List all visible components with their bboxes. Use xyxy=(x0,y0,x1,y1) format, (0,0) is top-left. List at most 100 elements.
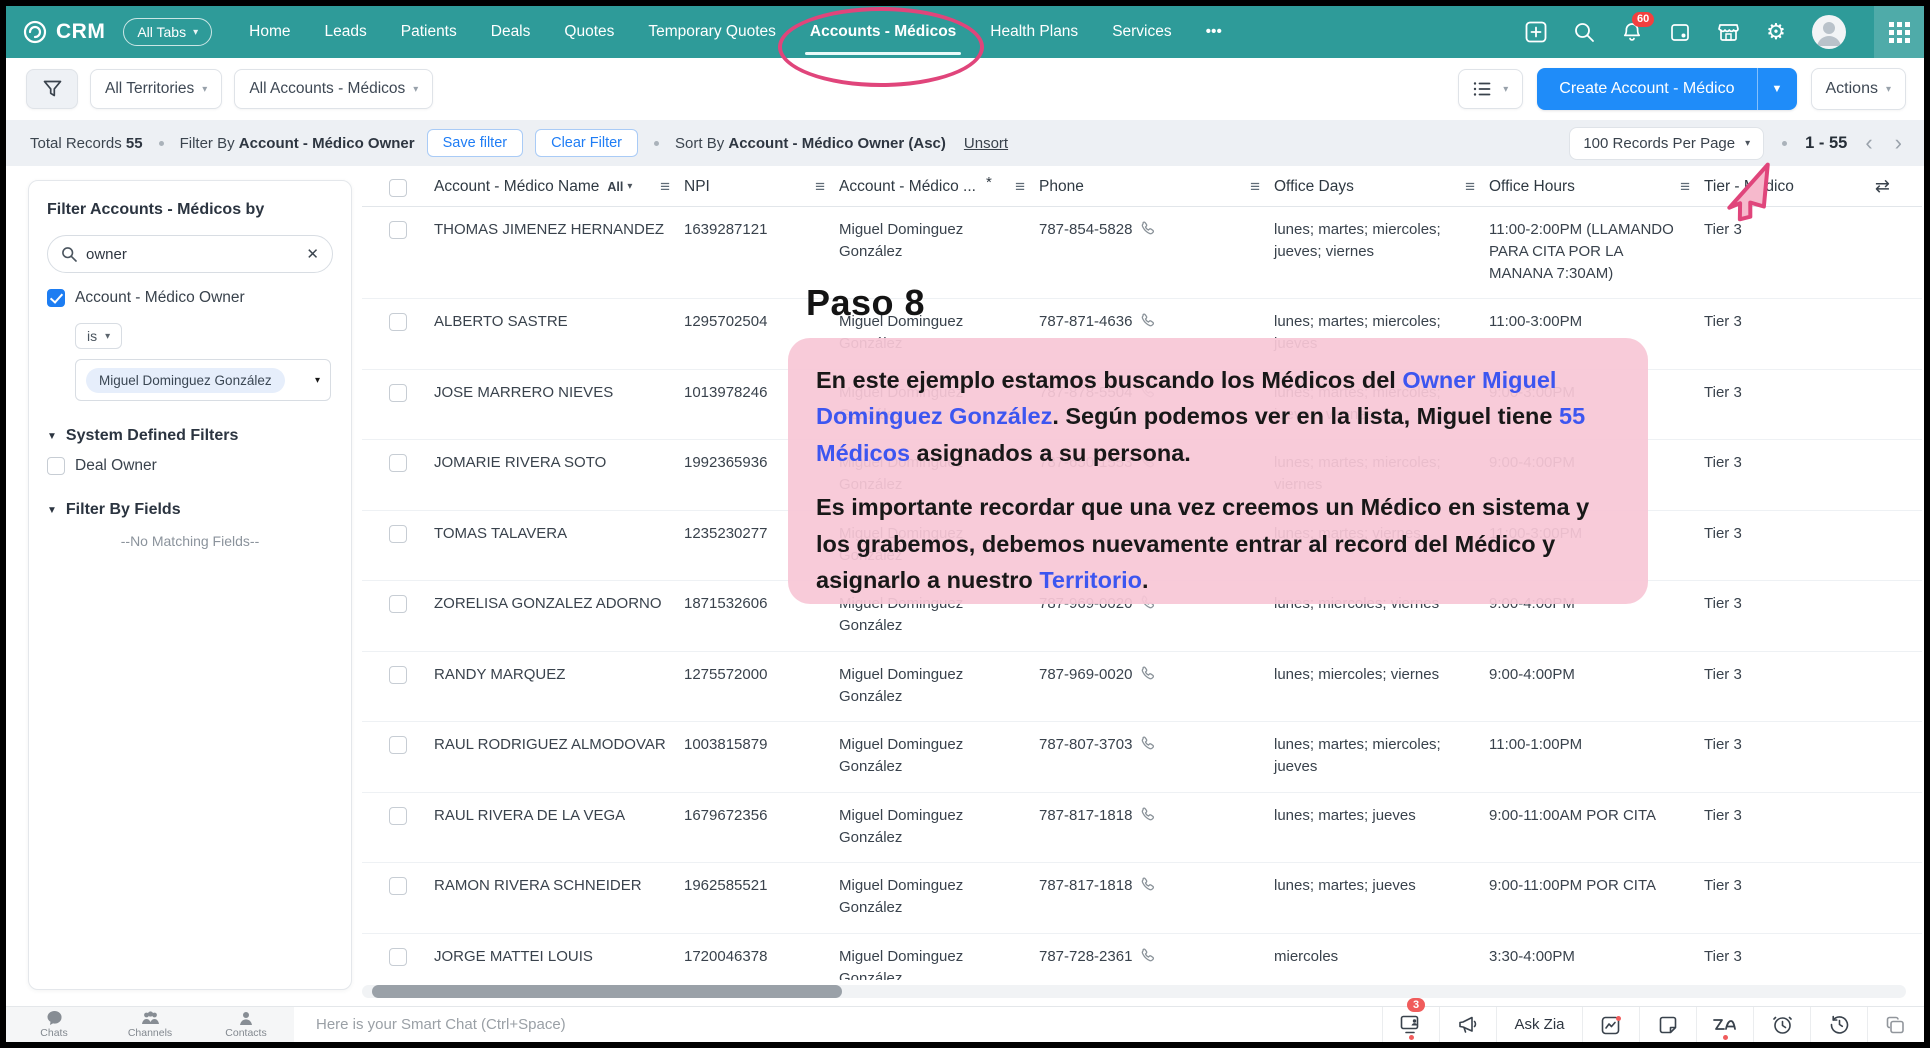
quick-create-icon[interactable] xyxy=(1524,20,1548,44)
row-checkbox[interactable] xyxy=(389,595,407,613)
tab-services[interactable]: Services xyxy=(1095,6,1188,58)
cell-name[interactable]: RAMON RIVERA SCHNEIDER xyxy=(434,875,684,897)
cell-name[interactable]: RANDY MARQUEZ xyxy=(434,664,684,686)
column-header-tier[interactable]: Tier - Medico xyxy=(1704,178,1854,196)
clear-search-icon[interactable]: ✕ xyxy=(306,245,319,263)
unsort-link[interactable]: Unsort xyxy=(964,135,1008,152)
dock-contacts-button[interactable]: Contacts xyxy=(198,1007,294,1042)
notes-icon[interactable] xyxy=(1639,1007,1696,1042)
column-header-office-days[interactable]: Office Days≡ xyxy=(1274,177,1489,197)
filter-by-fields-header[interactable]: ▼ Filter By Fields xyxy=(47,501,333,519)
dock-channels-button[interactable]: Channels xyxy=(102,1007,198,1042)
screen-share-icon[interactable]: 3 xyxy=(1382,1007,1439,1042)
tab-patients[interactable]: Patients xyxy=(384,6,474,58)
row-checkbox[interactable] xyxy=(389,384,407,402)
name-all-dropdown[interactable]: All▾ xyxy=(607,180,632,194)
deal-owner-checkbox[interactable] xyxy=(47,457,65,475)
create-account-caret[interactable]: ▼ xyxy=(1757,68,1797,110)
row-checkbox[interactable] xyxy=(389,736,407,754)
copy-stack-icon[interactable] xyxy=(1867,1007,1924,1042)
table-row[interactable]: RANDY MARQUEZ 1275572000 Miguel Domingue… xyxy=(362,652,1922,723)
table-row[interactable]: JORGE MATTEI LOUIS 1720046378 Miguel Dom… xyxy=(362,934,1922,980)
tab-temporary-quotes[interactable]: Temporary Quotes xyxy=(631,6,793,58)
user-avatar[interactable] xyxy=(1812,15,1846,49)
row-checkbox[interactable] xyxy=(389,313,407,331)
tab-health-plans[interactable]: Health Plans xyxy=(973,6,1095,58)
search-icon[interactable] xyxy=(1572,20,1596,44)
table-row[interactable]: THOMAS JIMENEZ HERNANDEZ 1639287121 Migu… xyxy=(362,207,1922,299)
filter-funnel-button[interactable] xyxy=(26,69,78,109)
phone-icon[interactable] xyxy=(1140,948,1155,963)
settings-gear-icon[interactable]: ⚙ xyxy=(1764,20,1788,44)
analytics-icon[interactable] xyxy=(1582,1007,1639,1042)
cell-name[interactable]: ALBERTO SASTRE xyxy=(434,311,684,333)
cell-name[interactable]: TOMAS TALAVERA xyxy=(434,523,684,545)
phone-icon[interactable] xyxy=(1140,736,1155,751)
tab--[interactable]: ••• xyxy=(1189,6,1239,58)
cell-name[interactable]: JORGE MATTEI LOUIS xyxy=(434,946,684,968)
phone-icon[interactable] xyxy=(1140,666,1155,681)
column-menu-icon[interactable]: ≡ xyxy=(1465,177,1475,197)
ask-zia-button[interactable]: Ask Zia xyxy=(1496,1007,1582,1042)
column-header-phone[interactable]: Phone≡ xyxy=(1039,177,1274,197)
phone-icon[interactable] xyxy=(1140,221,1155,236)
column-header-office-hours[interactable]: Office Hours≡ xyxy=(1489,177,1704,197)
column-header-name[interactable]: Account - Médico Name All▾ ≡ xyxy=(434,177,684,197)
tab-quotes[interactable]: Quotes xyxy=(547,6,631,58)
owner-value-dropdown[interactable]: Miguel Dominguez González ▾ xyxy=(75,359,331,401)
marketplace-icon[interactable] xyxy=(1716,20,1740,44)
save-filter-button[interactable]: Save filter xyxy=(427,129,523,157)
notifications-bell-icon[interactable]: 60 xyxy=(1620,20,1644,44)
filter-search-input[interactable] xyxy=(86,246,297,263)
cell-name[interactable]: ZORELISA GONZALEZ ADORNO xyxy=(434,593,684,615)
zia-assistant-icon[interactable] xyxy=(1696,1007,1753,1042)
phone-icon[interactable] xyxy=(1140,313,1155,328)
table-row[interactable]: RAUL RIVERA DE LA VEGA 1679672356 Miguel… xyxy=(362,793,1922,864)
phone-icon[interactable] xyxy=(1140,807,1155,822)
clear-filter-button[interactable]: Clear Filter xyxy=(535,129,638,157)
next-page-button[interactable]: › xyxy=(1891,132,1906,154)
column-header-owner[interactable]: Account - Médico ...*≡ xyxy=(839,177,1039,197)
row-checkbox[interactable] xyxy=(389,525,407,543)
row-checkbox[interactable] xyxy=(389,877,407,895)
owner-filter-checkbox[interactable] xyxy=(47,289,65,307)
history-icon[interactable] xyxy=(1810,1007,1867,1042)
territories-dropdown[interactable]: All Territories▾ xyxy=(90,69,222,109)
column-settings-icon[interactable]: ⇄ xyxy=(1875,176,1900,197)
column-menu-icon[interactable]: ≡ xyxy=(815,177,825,197)
calendar-icon[interactable] xyxy=(1668,20,1692,44)
cell-name[interactable]: RAUL RODRIGUEZ ALMODOVAR xyxy=(434,734,684,756)
column-header-npi[interactable]: NPI≡ xyxy=(684,177,839,197)
all-tabs-dropdown[interactable]: All Tabs▾ xyxy=(123,18,212,46)
phone-icon[interactable] xyxy=(1140,877,1155,892)
tab-accounts-m-dicos[interactable]: Accounts - Médicos xyxy=(793,6,973,58)
table-row[interactable]: RAUL RODRIGUEZ ALMODOVAR 1003815879 Migu… xyxy=(362,722,1922,793)
row-checkbox[interactable] xyxy=(389,666,407,684)
cell-name[interactable]: RAUL RIVERA DE LA VEGA xyxy=(434,805,684,827)
tab-leads[interactable]: Leads xyxy=(308,6,384,58)
column-menu-icon[interactable]: ≡ xyxy=(1015,177,1025,197)
row-checkbox[interactable] xyxy=(389,221,407,239)
records-per-page-dropdown[interactable]: 100 Records Per Page▾ xyxy=(1569,127,1764,160)
cell-name[interactable]: JOMARIE RIVERA SOTO xyxy=(434,452,684,474)
reminders-alarm-icon[interactable] xyxy=(1753,1007,1810,1042)
row-checkbox[interactable] xyxy=(389,948,407,966)
prev-page-button[interactable]: ‹ xyxy=(1861,132,1876,154)
column-menu-icon[interactable]: ≡ xyxy=(1680,177,1690,197)
column-menu-icon[interactable]: ≡ xyxy=(1250,177,1260,197)
actions-dropdown[interactable]: Actions▾ xyxy=(1811,68,1907,110)
cell-name[interactable]: JOSE MARRERO NIEVES xyxy=(434,382,684,404)
tab-home[interactable]: Home xyxy=(232,6,307,58)
row-checkbox[interactable] xyxy=(389,807,407,825)
tab-deals[interactable]: Deals xyxy=(474,6,548,58)
cell-name[interactable]: THOMAS JIMENEZ HERNANDEZ xyxy=(434,219,684,241)
table-row[interactable]: RAMON RIVERA SCHNEIDER 1962585521 Miguel… xyxy=(362,863,1922,934)
scrollbar-thumb[interactable] xyxy=(372,985,842,998)
filter-search-box[interactable]: ✕ xyxy=(47,235,333,273)
view-type-selector[interactable]: ▾ xyxy=(1458,69,1523,109)
list-view-dropdown[interactable]: All Accounts - Médicos▾ xyxy=(234,69,433,109)
smart-chat-input[interactable]: Here is your Smart Chat (Ctrl+Space) xyxy=(294,1007,1382,1042)
row-checkbox[interactable] xyxy=(389,454,407,472)
horizontal-scrollbar[interactable] xyxy=(362,985,1906,998)
dock-chats-button[interactable]: Chats xyxy=(6,1007,102,1042)
